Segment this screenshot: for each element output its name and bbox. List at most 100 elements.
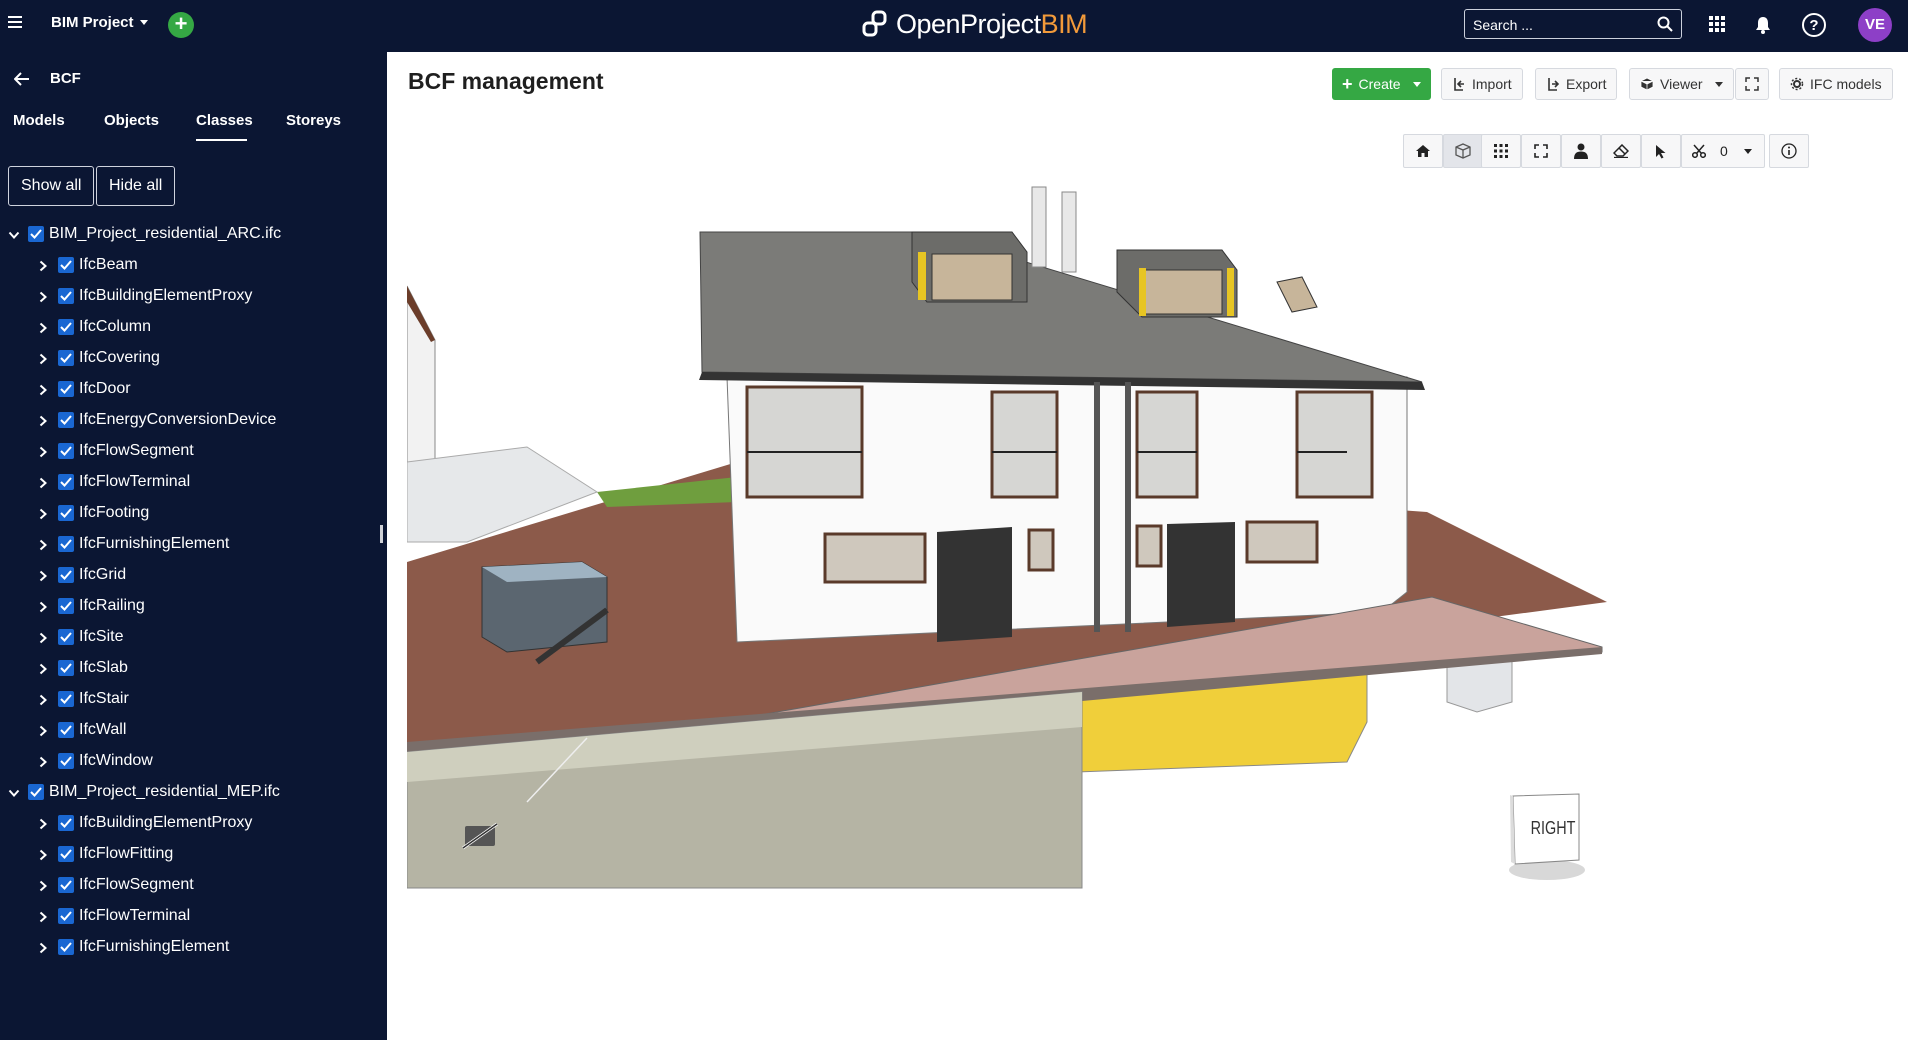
export-button[interactable]: Export <box>1535 68 1618 100</box>
chevron-right-icon[interactable] <box>37 848 49 860</box>
add-button[interactable]: + <box>168 12 194 38</box>
tree-row-class[interactable]: IfcRailing <box>0 590 387 621</box>
apps-grid-icon[interactable] <box>1709 16 1725 32</box>
chevron-right-icon[interactable] <box>37 569 49 581</box>
tree-row-model[interactable]: BIM_Project_residential_ARC.ifc <box>0 218 387 249</box>
tab-storeys[interactable]: Storeys <box>286 112 341 139</box>
3d-view-button[interactable] <box>1443 134 1483 168</box>
class-checkbox[interactable] <box>58 845 74 862</box>
chevron-right-icon[interactable] <box>37 538 49 550</box>
select-button[interactable] <box>1641 134 1681 168</box>
class-checkbox[interactable] <box>58 721 74 738</box>
fit-view-button[interactable] <box>1521 134 1561 168</box>
class-checkbox[interactable] <box>58 628 74 645</box>
menu-icon[interactable] <box>8 14 24 28</box>
class-checkbox[interactable] <box>58 411 74 428</box>
chevron-right-icon[interactable] <box>37 290 49 302</box>
tree-row-class[interactable]: IfcFooting <box>0 497 387 528</box>
class-checkbox[interactable] <box>58 442 74 459</box>
ifc-models-button[interactable]: IFC models <box>1779 68 1893 100</box>
nav-cube[interactable]: RIGHT <box>1507 792 1587 882</box>
fullscreen-button[interactable] <box>1735 68 1769 100</box>
chevron-down-icon[interactable] <box>8 228 20 240</box>
chevron-right-icon[interactable] <box>37 879 49 891</box>
import-button[interactable]: Import <box>1441 68 1523 100</box>
class-checkbox[interactable] <box>58 566 74 583</box>
class-checkbox[interactable] <box>58 287 74 304</box>
class-checkbox[interactable] <box>58 473 74 490</box>
class-checkbox[interactable] <box>58 597 74 614</box>
tree-row-class[interactable]: IfcFlowTerminal <box>0 900 387 931</box>
class-checkbox[interactable] <box>58 318 74 335</box>
section-tool-button[interactable]: 0 <box>1681 134 1765 168</box>
tree-row-class[interactable]: IfcSite <box>0 621 387 652</box>
tree-row-class[interactable]: IfcFlowSegment <box>0 869 387 900</box>
hide-all-button[interactable]: Hide all <box>96 166 176 206</box>
class-checkbox[interactable] <box>58 349 74 366</box>
logo[interactable]: OpenProjectBIM <box>860 8 1088 40</box>
chevron-down-icon[interactable] <box>8 786 20 798</box>
class-checkbox[interactable] <box>58 690 74 707</box>
tree-row-class[interactable]: IfcStair <box>0 683 387 714</box>
tree-row-class[interactable]: IfcFlowFitting <box>0 838 387 869</box>
tree-row-class[interactable]: IfcFurnishingElement <box>0 528 387 559</box>
create-button[interactable]: + Create <box>1332 68 1431 100</box>
class-checkbox[interactable] <box>58 504 74 521</box>
model-checkbox[interactable] <box>28 225 44 242</box>
tab-models[interactable]: Models <box>13 112 65 139</box>
tree-row-class[interactable]: IfcDoor <box>0 373 387 404</box>
class-checkbox[interactable] <box>58 659 74 676</box>
tab-classes[interactable]: Classes <box>196 112 253 141</box>
tree-row-class[interactable]: IfcCovering <box>0 342 387 373</box>
class-checkbox[interactable] <box>58 907 74 924</box>
search-icon[interactable] <box>1657 16 1673 32</box>
home-view-button[interactable] <box>1403 134 1443 168</box>
notification-bell-icon[interactable] <box>1755 16 1771 34</box>
tree-row-class[interactable]: IfcFlowSegment <box>0 435 387 466</box>
tree-row-class[interactable]: IfcSlab <box>0 652 387 683</box>
chevron-right-icon[interactable] <box>37 383 49 395</box>
chevron-right-icon[interactable] <box>37 910 49 922</box>
tree-row-class[interactable]: IfcFlowTerminal <box>0 466 387 497</box>
class-checkbox[interactable] <box>58 938 74 955</box>
chevron-right-icon[interactable] <box>37 414 49 426</box>
chevron-right-icon[interactable] <box>37 476 49 488</box>
class-checkbox[interactable] <box>58 380 74 397</box>
show-all-button[interactable]: Show all <box>8 166 95 206</box>
chevron-right-icon[interactable] <box>37 693 49 705</box>
building-model-render[interactable] <box>407 182 1908 1040</box>
user-avatar[interactable]: VE <box>1858 8 1892 42</box>
model-checkbox[interactable] <box>28 783 44 800</box>
tree-row-model[interactable]: BIM_Project_residential_MEP.ifc <box>0 776 387 807</box>
tree-row-class[interactable]: IfcWall <box>0 714 387 745</box>
chevron-right-icon[interactable] <box>37 352 49 364</box>
grid-view-button[interactable] <box>1481 134 1521 168</box>
chevron-right-icon[interactable] <box>37 259 49 271</box>
back-arrow-icon[interactable] <box>14 71 30 86</box>
chevron-right-icon[interactable] <box>37 321 49 333</box>
chevron-right-icon[interactable] <box>37 631 49 643</box>
tab-objects[interactable]: Objects <box>104 112 159 139</box>
tree-row-class[interactable]: IfcBuildingElementProxy <box>0 807 387 838</box>
class-checkbox[interactable] <box>58 752 74 769</box>
chevron-right-icon[interactable] <box>37 445 49 457</box>
search-box[interactable] <box>1464 9 1682 39</box>
chevron-right-icon[interactable] <box>37 600 49 612</box>
class-checkbox[interactable] <box>58 814 74 831</box>
chevron-right-icon[interactable] <box>37 724 49 736</box>
search-input[interactable] <box>1473 16 1643 34</box>
class-checkbox[interactable] <box>58 876 74 893</box>
nav-cube-face-label[interactable]: RIGHT <box>1531 818 1576 839</box>
tree-row-class[interactable]: IfcColumn <box>0 311 387 342</box>
tree-row-class[interactable]: IfcWindow <box>0 745 387 776</box>
chevron-right-icon[interactable] <box>37 941 49 953</box>
first-person-button[interactable] <box>1561 134 1601 168</box>
chevron-right-icon[interactable] <box>37 507 49 519</box>
bim-3d-viewport[interactable]: RIGHT <box>407 182 1908 1040</box>
tree-row-class[interactable]: IfcBuildingElementProxy <box>0 280 387 311</box>
viewer-dropdown-button[interactable]: Viewer <box>1629 68 1734 100</box>
class-checkbox[interactable] <box>58 535 74 552</box>
sidebar-resize-handle[interactable] <box>380 525 383 543</box>
help-icon[interactable]: ? <box>1801 12 1827 38</box>
class-checkbox[interactable] <box>58 256 74 273</box>
